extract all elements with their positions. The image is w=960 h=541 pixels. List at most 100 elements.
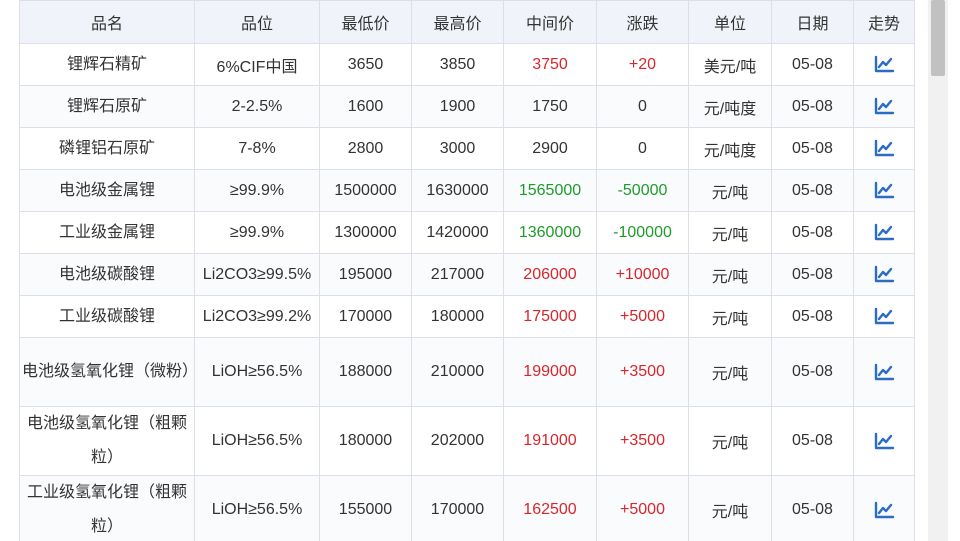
- header-high[interactable]: 最高价: [411, 0, 504, 44]
- cell-low: 188000: [319, 337, 412, 407]
- cell-name: 电池级金属锂: [19, 169, 195, 212]
- cell-grade: Li2CO3≥99.5%: [194, 253, 320, 296]
- cell-trend: [853, 169, 915, 212]
- cell-name: 工业级碳酸锂: [19, 295, 195, 338]
- cell-grade: 6%CIF中国: [194, 43, 320, 86]
- scrollbar-thumb[interactable]: [931, 0, 945, 76]
- header-row: 品名 品位 最低价 最高价 中间价 涨跌 单位 日期 走势: [19, 0, 915, 44]
- trend-chart-icon[interactable]: [873, 97, 895, 115]
- table-row[interactable]: 工业级金属锂 ≥99.9% 1300000 1420000 1360000 -100000…: [19, 211, 915, 254]
- cell-unit: 元/吨: [688, 169, 772, 212]
- cell-unit: 元/吨: [688, 475, 772, 541]
- cell-low: 1500000: [319, 169, 412, 212]
- cell-unit: 美元/吨: [688, 43, 772, 86]
- header-change[interactable]: 涨跌: [596, 0, 689, 44]
- cell-date: 05-08: [771, 127, 854, 170]
- cell-high: 217000: [411, 253, 504, 296]
- cell-trend: [853, 295, 915, 338]
- table-row[interactable]: 电池级氢氧化锂（微粉） LiOH≥56.5% 188000 210000 199000 +…: [19, 337, 915, 407]
- header-unit[interactable]: 单位: [688, 0, 772, 44]
- header-grade[interactable]: 品位: [194, 0, 320, 44]
- cell-name: 电池级碳酸锂: [19, 253, 195, 296]
- cell-high: 210000: [411, 337, 504, 407]
- cell-change: +3500: [596, 337, 689, 407]
- cell-mid: 191000: [503, 406, 597, 476]
- cell-date: 05-08: [771, 211, 854, 254]
- cell-grade: ≥99.9%: [194, 211, 320, 254]
- cell-change: +5000: [596, 475, 689, 541]
- cell-grade: LiOH≥56.5%: [194, 475, 320, 541]
- cell-date: 05-08: [771, 406, 854, 476]
- header-low[interactable]: 最低价: [319, 0, 412, 44]
- cell-low: 1600: [319, 85, 412, 128]
- trend-chart-icon[interactable]: [873, 55, 895, 73]
- cell-mid: 199000: [503, 337, 597, 407]
- cell-change: +5000: [596, 295, 689, 338]
- trend-chart-icon[interactable]: [873, 307, 895, 325]
- cell-date: 05-08: [771, 337, 854, 407]
- cell-low: 2800: [319, 127, 412, 170]
- page-viewport: 品名 品位 最低价 最高价 中间价 涨跌 单位 日期 走势 锂辉石精矿 6%CIF…: [0, 0, 960, 541]
- cell-trend: [853, 127, 915, 170]
- cell-change: +20: [596, 43, 689, 86]
- cell-change: -50000: [596, 169, 689, 212]
- cell-low: 155000: [319, 475, 412, 541]
- table-row[interactable]: 电池级氢氧化锂（粗颗粒） LiOH≥56.5% 180000 202000 191000…: [19, 406, 915, 476]
- header-mid[interactable]: 中间价: [503, 0, 597, 44]
- cell-name: 锂辉石原矿: [19, 85, 195, 128]
- table-row[interactable]: 磷锂铝石原矿 7-8% 2800 3000 2900 0 元/吨度 05-08: [19, 127, 915, 170]
- trend-chart-icon[interactable]: [873, 181, 895, 199]
- trend-chart-icon[interactable]: [873, 223, 895, 241]
- cell-trend: [853, 211, 915, 254]
- cell-grade: 2-2.5%: [194, 85, 320, 128]
- cell-name: 锂辉石精矿: [19, 43, 195, 86]
- cell-low: 195000: [319, 253, 412, 296]
- vertical-scrollbar[interactable]: [928, 0, 948, 541]
- header-date[interactable]: 日期: [771, 0, 854, 44]
- cell-change: +10000: [596, 253, 689, 296]
- cell-grade: Li2CO3≥99.2%: [194, 295, 320, 338]
- trend-chart-icon[interactable]: [873, 139, 895, 157]
- table-row[interactable]: 锂辉石原矿 2-2.5% 1600 1900 1750 0 元/吨度 05-08: [19, 85, 915, 128]
- cell-low: 3650: [319, 43, 412, 86]
- trend-chart-icon[interactable]: [873, 363, 895, 381]
- cell-unit: 元/吨: [688, 337, 772, 407]
- cell-name: 工业级氢氧化锂（粗颗粒）: [19, 475, 195, 541]
- table-body: 锂辉石精矿 6%CIF中国 3650 3850 3750 +20 美元/吨 05-08 锂辉石原…: [19, 43, 915, 541]
- cell-unit: 元/吨: [688, 211, 772, 254]
- cell-mid: 3750: [503, 43, 597, 86]
- cell-mid: 1565000: [503, 169, 597, 212]
- cell-trend: [853, 475, 915, 541]
- price-table: 品名 品位 最低价 最高价 中间价 涨跌 单位 日期 走势 锂辉石精矿 6%CIF…: [19, 0, 915, 541]
- table-row[interactable]: 工业级氢氧化锂（粗颗粒） LiOH≥56.5% 155000 170000 162500…: [19, 475, 915, 541]
- cell-date: 05-08: [771, 85, 854, 128]
- cell-grade: 7-8%: [194, 127, 320, 170]
- cell-date: 05-08: [771, 169, 854, 212]
- cell-unit: 元/吨度: [688, 85, 772, 128]
- cell-change: 0: [596, 85, 689, 128]
- cell-name: 电池级氢氧化锂（微粉）: [19, 337, 195, 407]
- cell-date: 05-08: [771, 43, 854, 86]
- cell-high: 3000: [411, 127, 504, 170]
- cell-grade: LiOH≥56.5%: [194, 337, 320, 407]
- header-trend[interactable]: 走势: [853, 0, 915, 44]
- cell-mid: 2900: [503, 127, 597, 170]
- cell-date: 05-08: [771, 295, 854, 338]
- trend-chart-icon[interactable]: [873, 501, 895, 519]
- cell-high: 202000: [411, 406, 504, 476]
- table-row[interactable]: 工业级碳酸锂 Li2CO3≥99.2% 170000 180000 175000 +500…: [19, 295, 915, 338]
- cell-low: 1300000: [319, 211, 412, 254]
- table-row[interactable]: 电池级碳酸锂 Li2CO3≥99.5% 195000 217000 206000 +100…: [19, 253, 915, 296]
- cell-trend: [853, 253, 915, 296]
- cell-low: 180000: [319, 406, 412, 476]
- trend-chart-icon[interactable]: [873, 432, 895, 450]
- cell-mid: 162500: [503, 475, 597, 541]
- cell-mid: 1750: [503, 85, 597, 128]
- price-table-container: 品名 品位 最低价 最高价 中间价 涨跌 单位 日期 走势 锂辉石精矿 6%CIF…: [19, 0, 915, 541]
- header-name[interactable]: 品名: [19, 0, 195, 44]
- trend-chart-icon[interactable]: [873, 265, 895, 283]
- cell-grade: ≥99.9%: [194, 169, 320, 212]
- table-row[interactable]: 电池级金属锂 ≥99.9% 1500000 1630000 1565000 -50000 元…: [19, 169, 915, 212]
- cell-name: 磷锂铝石原矿: [19, 127, 195, 170]
- table-row[interactable]: 锂辉石精矿 6%CIF中国 3650 3850 3750 +20 美元/吨 05-08: [19, 43, 915, 86]
